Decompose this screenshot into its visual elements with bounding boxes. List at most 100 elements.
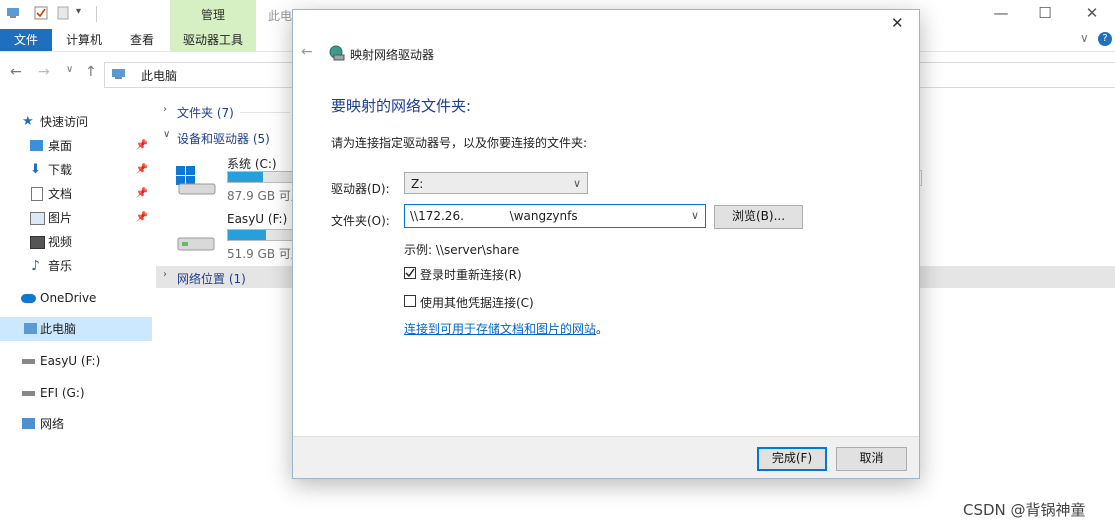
collapse-icon[interactable]: ∨	[163, 129, 170, 140]
qat-dropdown-icon[interactable]: ▾	[76, 6, 81, 17]
close-icon[interactable]: ✕	[891, 14, 904, 32]
pin-icon[interactable]: 📌	[136, 134, 148, 158]
nav-pictures[interactable]: 图片 📌	[0, 206, 152, 230]
drive-f-usage-bar	[227, 229, 293, 241]
nav-this-pc[interactable]: 此电脑	[0, 317, 152, 341]
new-folder-icon[interactable]	[57, 6, 71, 20]
picture-icon	[30, 212, 45, 225]
pin-icon[interactable]: 📌	[136, 206, 148, 230]
expand-icon[interactable]: ›	[163, 104, 167, 115]
dialog-heading: 要映射的网络文件夹:	[331, 97, 472, 115]
nav-label: 视频	[48, 235, 73, 249]
cloud-icon	[21, 294, 36, 303]
group-folders[interactable]: 文件夹 (7)	[177, 104, 234, 121]
drive-icon	[22, 391, 35, 396]
properties-icon[interactable]	[34, 6, 48, 20]
group-divider	[240, 112, 290, 113]
star-icon: ★	[22, 114, 34, 129]
minimize-icon[interactable]: —	[978, 0, 1024, 29]
music-icon: ♪	[31, 258, 40, 274]
document-icon	[31, 187, 43, 201]
nav-label: 下载	[48, 163, 73, 177]
drive-letter-label: 驱动器(D):	[331, 182, 390, 196]
drive-f-name[interactable]: EasyU (F:)	[227, 212, 287, 226]
tab-view[interactable]: 查看	[130, 29, 154, 51]
drive-c-name[interactable]: 系统 (C:)	[227, 155, 277, 172]
nav-music[interactable]: ♪ 音乐	[0, 254, 152, 278]
dialog-footer: 完成(F) 取消	[293, 436, 919, 478]
tab-drive-tools[interactable]: 驱动器工具	[170, 29, 256, 51]
address-text: 此电脑	[141, 69, 178, 83]
nav-quick-access[interactable]: ★ 快速访问	[0, 110, 152, 134]
dialog-title: 映射网络驱动器	[350, 48, 435, 62]
tab-computer[interactable]: 计算机	[66, 29, 102, 51]
nav-label: 桌面	[48, 139, 73, 153]
back-icon[interactable]: ←	[10, 64, 22, 80]
nav-videos[interactable]: 视频	[0, 230, 152, 254]
chevron-down-icon: ∨	[572, 177, 581, 190]
nav-network[interactable]: 网络	[0, 412, 152, 436]
other-credentials-label[interactable]: 使用其他凭据连接(C)	[420, 294, 534, 311]
nav-label: 网络	[40, 417, 65, 431]
reconnect-checkbox[interactable]	[404, 267, 416, 279]
example-text: 示例: \\server\share	[404, 243, 520, 257]
nav-onedrive[interactable]: OneDrive	[0, 286, 152, 310]
forward-icon[interactable]: →	[38, 64, 50, 80]
this-pc-icon	[111, 68, 127, 83]
network-drive-icon	[329, 45, 345, 64]
cancel-button[interactable]: 取消	[836, 447, 907, 471]
nav-label: 音乐	[48, 259, 73, 273]
nav-documents[interactable]: 文档 📌	[0, 182, 152, 206]
chevron-down-icon[interactable]: ∨	[691, 205, 699, 227]
link-suffix: 。	[596, 322, 609, 336]
browse-button[interactable]: 浏览(B)...	[714, 205, 803, 229]
drive-c-usage-bar	[227, 171, 293, 183]
finish-button[interactable]: 完成(F)	[757, 447, 827, 471]
nav-label: 此电脑	[40, 322, 77, 336]
other-credentials-checkbox[interactable]	[404, 295, 416, 307]
watermark: CSDN @背锅神童	[963, 501, 1086, 519]
maximize-icon[interactable]: ☐	[1022, 0, 1068, 29]
folder-input[interactable]: \\172.26. \wangzynfs ∨	[404, 204, 706, 228]
network-icon	[22, 418, 35, 429]
back-icon[interactable]: ←	[301, 44, 313, 60]
nav-efi-drive[interactable]: EFI (G:)	[0, 381, 152, 405]
folder-label: 文件夹(O):	[331, 214, 390, 228]
dialog-description: 请为连接指定驱动器号，以及你要连接的文件夹:	[331, 136, 588, 150]
ribbon-expand-icon[interactable]: ∨	[1080, 31, 1089, 45]
nav-label: OneDrive	[40, 291, 97, 305]
nav-label: 快速访问	[40, 115, 89, 129]
computer-icon	[6, 6, 20, 20]
drive-letter-select[interactable]: Z: ∨	[404, 172, 588, 194]
group-network-locations[interactable]: 网络位置 (1)	[177, 270, 246, 287]
folder-value: \\172.26. \wangzynfs	[410, 209, 578, 223]
download-icon: ⬇	[30, 162, 41, 177]
nav-downloads[interactable]: ⬇ 下载 📌	[0, 158, 152, 182]
recent-dropdown-icon[interactable]: ∨	[66, 64, 73, 75]
checkmark-icon	[405, 268, 415, 278]
pin-icon[interactable]: 📌	[136, 158, 148, 182]
storage-website-link[interactable]: 连接到可用于存储文档和图片的网站	[404, 320, 596, 337]
windows-drive-icon	[176, 164, 218, 199]
tab-manage[interactable]: 管理	[170, 0, 256, 29]
drive-c-usage-fill	[228, 172, 264, 182]
up-icon[interactable]: ↑	[85, 64, 97, 80]
nav-label: EFI (G:)	[40, 386, 85, 400]
usb-drive-icon	[176, 232, 218, 259]
nav-label: 图片	[48, 211, 73, 225]
reconnect-label[interactable]: 登录时重新连接(R)	[420, 266, 522, 283]
drive-f-usage-fill	[228, 230, 267, 240]
window-title: 此电	[268, 9, 293, 23]
help-icon[interactable]: ?	[1098, 32, 1112, 46]
expand-icon[interactable]: ›	[163, 269, 167, 280]
drive-icon	[22, 359, 35, 364]
this-pc-icon	[24, 323, 37, 334]
nav-easyu-drive[interactable]: EasyU (F:)	[0, 349, 152, 373]
map-network-drive-dialog: ✕ ← 映射网络驱动器 要映射的网络文件夹: 请为连接指定驱动器号，以及你要连接…	[292, 9, 920, 479]
nav-label: EasyU (F:)	[40, 354, 101, 368]
nav-desktop[interactable]: 桌面 📌	[0, 134, 152, 158]
group-devices[interactable]: 设备和驱动器 (5)	[177, 130, 270, 147]
close-window-icon[interactable]: ✕	[1069, 0, 1115, 29]
tab-file[interactable]: 文件	[0, 29, 52, 51]
pin-icon[interactable]: 📌	[136, 182, 148, 206]
